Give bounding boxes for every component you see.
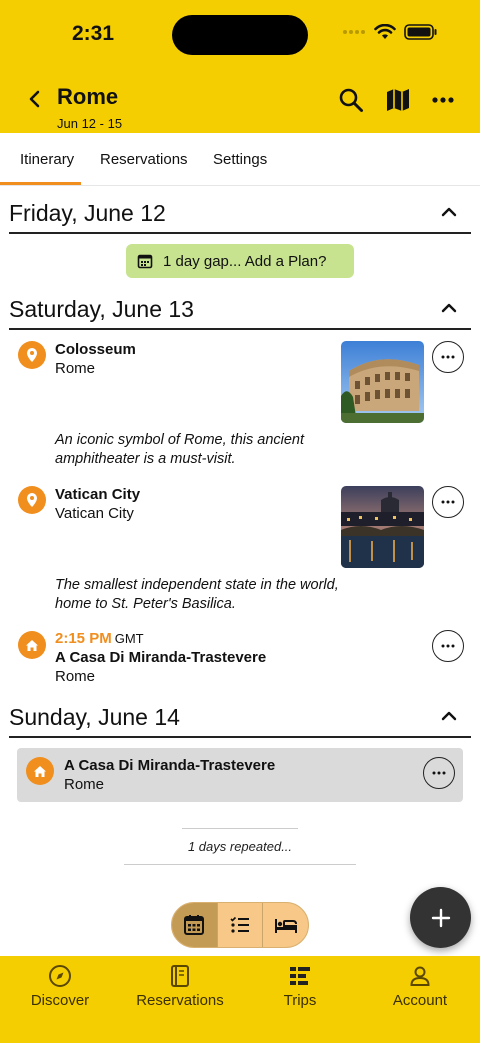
lodging-stay-card[interactable]: A Casa Di Miranda-Trastevere Rome [17,748,463,802]
plan-options-button[interactable] [423,757,455,789]
map-icon[interactable] [384,86,412,114]
gap-label: 1 day gap... Add a Plan? [163,252,327,270]
home-icon [18,631,46,659]
more-horizontal-icon[interactable] [429,86,457,114]
plan-name[interactable]: Colosseum [55,341,136,358]
plan-options-button[interactable] [432,486,464,518]
home-icon [26,757,54,785]
status-time: 2:31 [72,22,115,45]
lodging-view-button[interactable] [263,903,308,947]
calendar-icon [137,254,153,269]
plus-icon [431,908,450,927]
list-view-button[interactable] [218,903,264,947]
status-icons [342,24,438,40]
timezone: GMT [114,631,144,646]
colosseum-photo [341,341,424,423]
calendar-view-button[interactable] [172,903,218,947]
trip-dates: Jun 12 - 15 [57,116,123,131]
bed-icon [274,919,297,933]
tab-bar: Itinerary Reservations Settings [0,133,480,186]
active-tab-indicator [0,182,81,185]
plan-location: Rome [64,776,105,793]
nav-discover[interactable]: Discover [0,956,120,1043]
notebook-icon [171,965,189,987]
search-icon[interactable] [337,86,365,114]
plan-description: An iconic symbol of Rome, this ancient a… [55,432,305,467]
chevron-up-icon[interactable] [441,710,457,722]
plan-location: Rome [55,360,96,377]
day-header-saturday[interactable]: Saturday, June 13 [9,294,471,330]
day-title: Friday, June 12 [9,200,166,226]
day-title: Saturday, June 13 [9,296,194,322]
add-plan-chip[interactable]: 1 day gap... Add a Plan? [126,244,354,278]
day-title: Sunday, June 14 [9,704,180,730]
day-header-sunday[interactable]: Sunday, June 14 [9,702,471,738]
nav-account[interactable]: Account [360,956,480,1043]
bottom-navigation: Discover Reservations Trips Account [0,956,480,1043]
dynamic-island [172,15,308,55]
time-value: 2:15 PM [55,630,112,647]
trip-title: Rome [57,84,119,109]
list-icon [290,967,310,985]
plan-name[interactable]: Vatican City [55,486,140,503]
person-icon [410,966,430,986]
plan-location: Rome [55,668,96,685]
tab-itinerary[interactable]: Itinerary [20,151,74,168]
nav-label: Discover [30,992,90,1009]
location-pin-icon [18,486,46,514]
tab-settings[interactable]: Settings [213,151,267,168]
calendar-grid-icon [184,915,205,935]
nav-reservations[interactable]: Reservations [120,956,240,1043]
plan-name: A Casa Di Miranda-Trastevere [64,757,276,774]
location-pin-icon [18,341,46,369]
compass-icon [49,965,71,987]
plan-name[interactable]: A Casa Di Miranda-Trastevere [55,649,266,666]
wifi-icon [374,24,396,39]
checkin-time: 2:15 PM GMT [55,630,144,647]
divider [124,864,356,865]
back-chevron-icon[interactable] [24,88,46,110]
vatican-photo [341,486,424,568]
nav-label: Trips [283,992,317,1009]
nav-label: Account [392,992,448,1009]
battery-icon [404,24,437,40]
day-header-friday[interactable]: Friday, June 12 [9,198,471,234]
divider [182,828,298,829]
checklist-icon [230,916,249,933]
plan-description: The smallest independent state in the wo… [55,577,339,612]
nav-trips[interactable]: Trips [240,956,360,1043]
view-mode-toggle [171,902,309,948]
plan-options-button[interactable] [432,341,464,373]
plan-location: Vatican City [55,505,134,522]
plan-options-button[interactable] [432,630,464,662]
nav-label: Reservations [136,992,224,1009]
repeated-days-label[interactable]: 1 days repeated... [0,839,480,854]
tab-reservations[interactable]: Reservations [100,151,188,168]
signal-icon [343,30,365,34]
chevron-up-icon[interactable] [441,206,457,218]
app-header: 2:31 Rome Jun 12 - 15 [0,0,480,133]
add-plan-button[interactable] [410,887,471,948]
chevron-up-icon[interactable] [441,302,457,314]
